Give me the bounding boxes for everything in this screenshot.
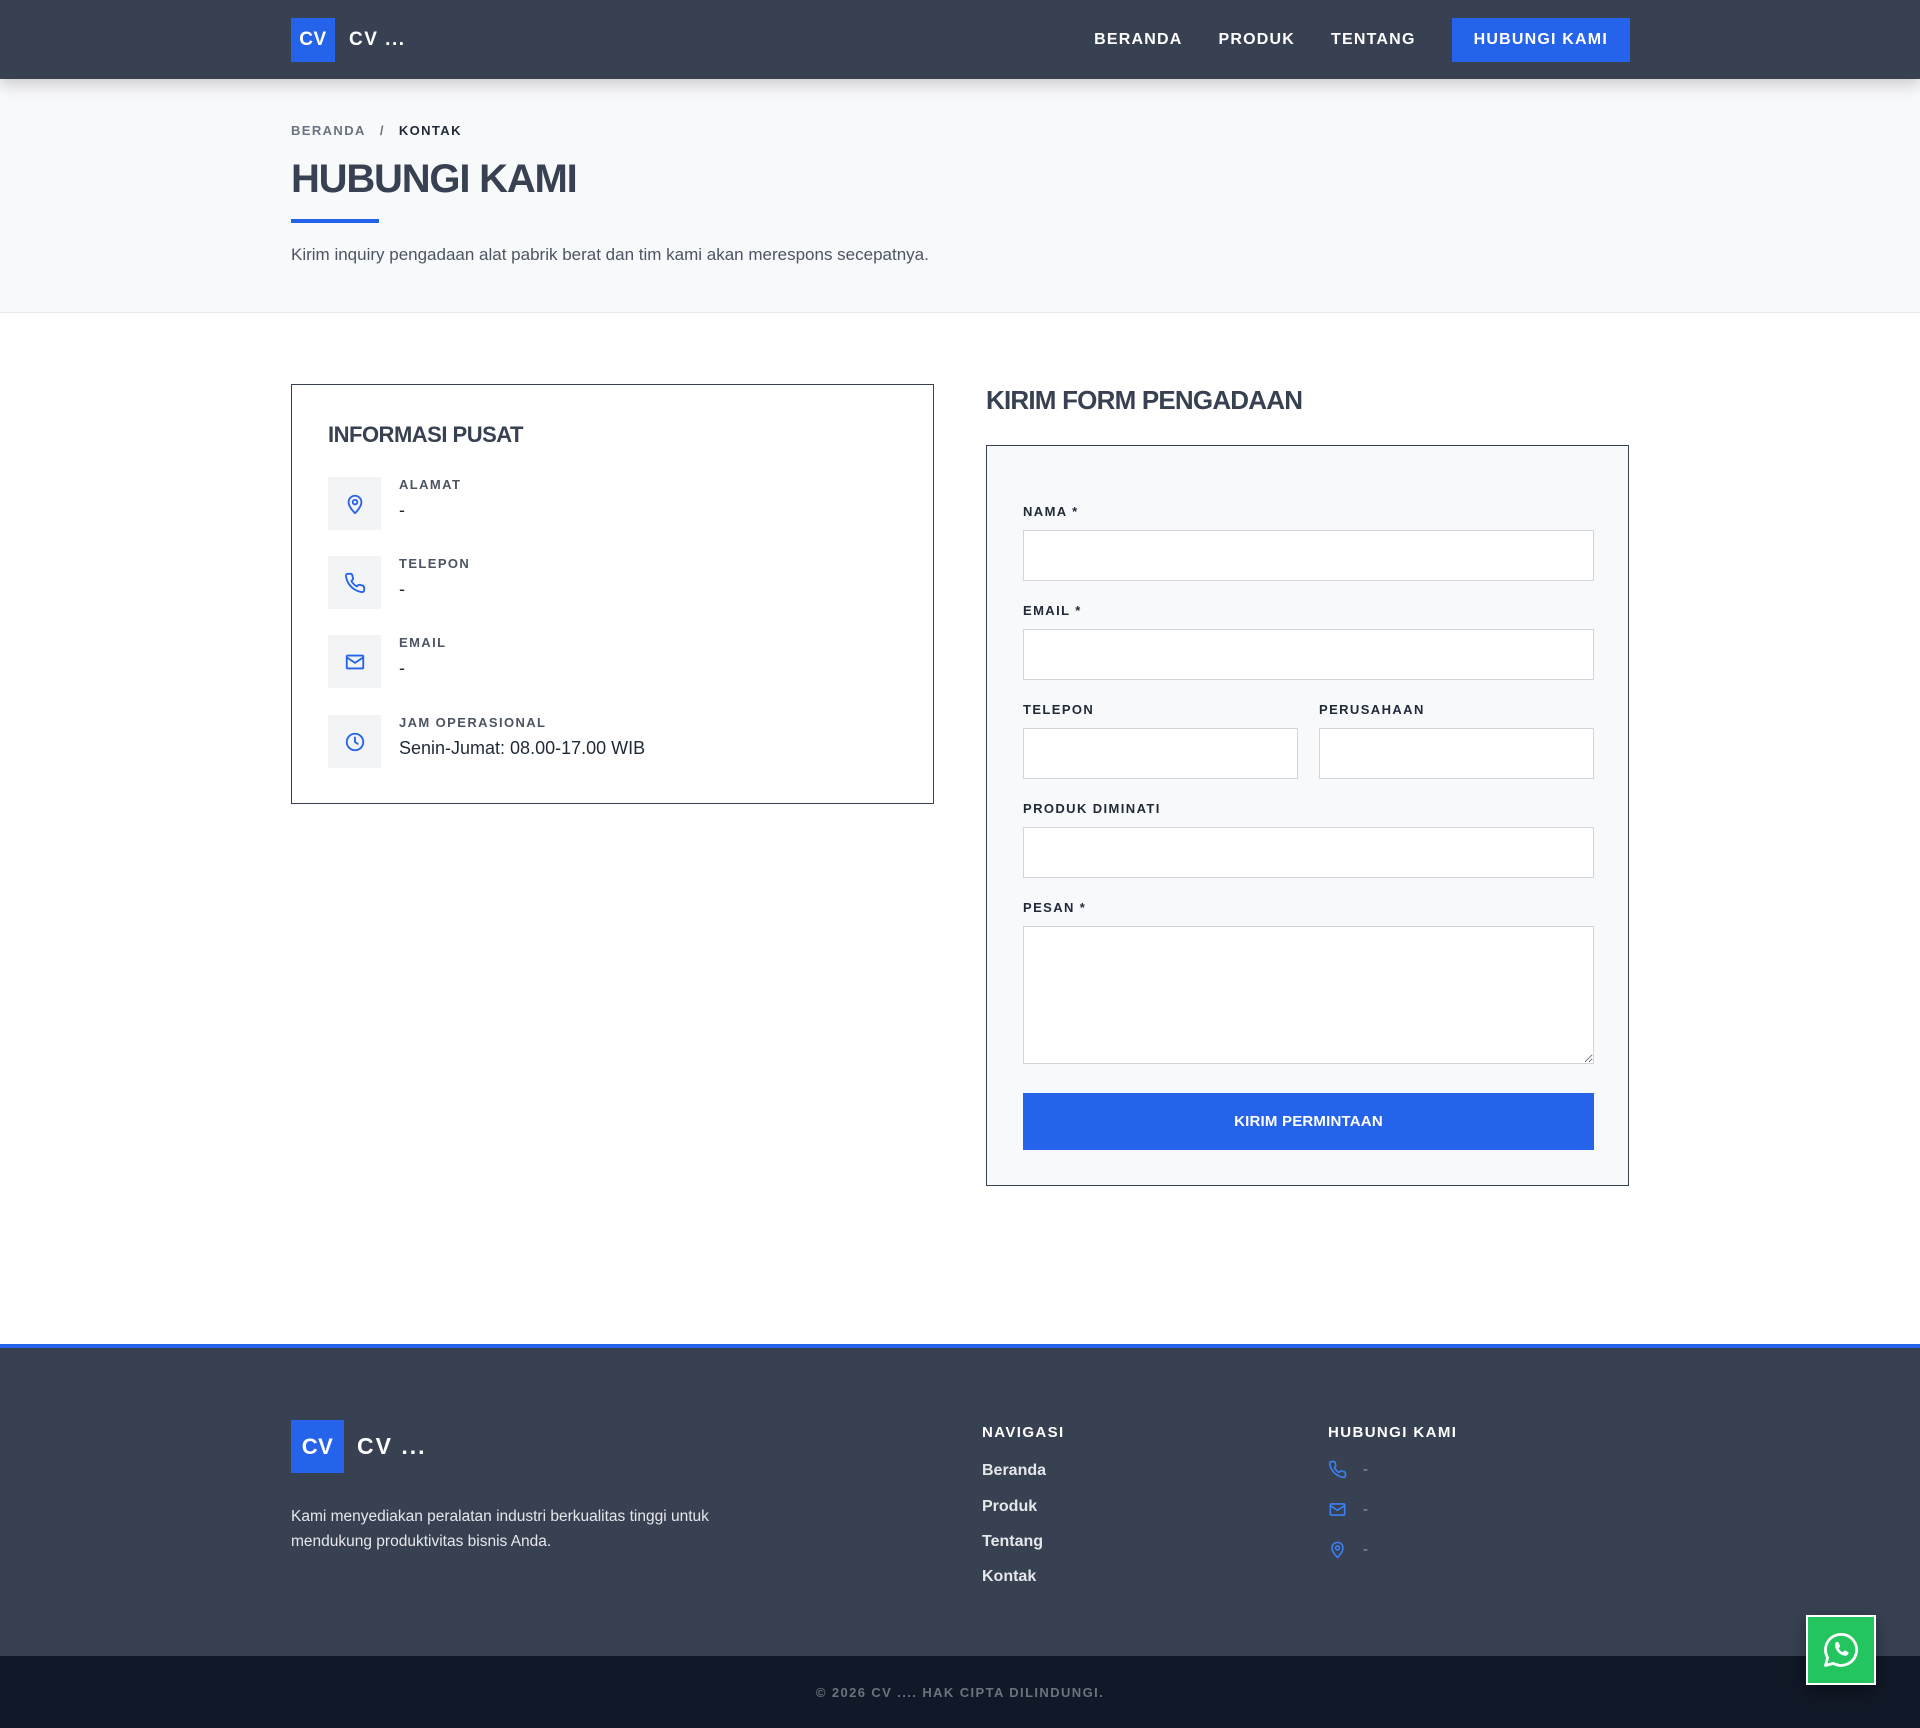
nav-cta-hubungi-kami[interactable]: HUBUNGI KAMI <box>1451 18 1630 62</box>
info-card: INFORMASI PUSAT ALAMAT - TELEPON - EMAIL… <box>291 384 934 804</box>
footer-link-produk[interactable]: Produk <box>982 1498 1037 1516</box>
page-title: HUBUNGI KAMI <box>291 157 578 201</box>
nav-item-tentang[interactable]: TENTANG <box>1331 31 1416 49</box>
footer-brand-name: CV ... <box>357 1433 427 1459</box>
info-label: TELEPON <box>399 556 471 571</box>
footer-contact-email: - <box>1328 1500 1368 1519</box>
breadcrumb-home[interactable]: BERANDA <box>291 123 366 138</box>
footer-nav-title: NAVIGASI <box>982 1424 1065 1441</box>
info-value: - <box>399 579 405 599</box>
info-value: Senin-Jumat: 08.00-17.00 WIB <box>399 738 646 758</box>
info-label: EMAIL <box>399 635 447 650</box>
footer-contact-title: HUBUNGI KAMI <box>1328 1424 1458 1441</box>
footer-link-tentang[interactable]: Tentang <box>982 1533 1043 1551</box>
page-hero: BERANDA / KONTAK HUBUNGI KAMI Kirim inqu… <box>0 79 1920 313</box>
logo-mark: CV <box>291 18 335 62</box>
whatsapp-icon <box>1824 1632 1858 1667</box>
produk-diminati-label: PRODUK DIMINATI <box>1023 801 1161 816</box>
footer-link-kontak[interactable]: Kontak <box>982 1568 1036 1586</box>
clock-icon <box>328 715 381 768</box>
map-pin-icon <box>328 477 381 530</box>
mail-icon <box>1329 1503 1346 1516</box>
site-footer: CV CV ... Kami menyediakan peralatan ind… <box>0 1344 1920 1656</box>
pesan-textarea[interactable] <box>1023 926 1594 1064</box>
footer-contact-value: - <box>1363 1501 1368 1518</box>
info-title: INFORMASI PUSAT <box>328 422 523 447</box>
form-title: KIRIM FORM PENGADAAN <box>986 385 1303 415</box>
email-input[interactable] <box>1023 629 1594 680</box>
phone-icon <box>328 556 381 609</box>
copyright-text: © 2026 CV .... HAK CIPTA DILINDUNGI. <box>815 1684 1105 1700</box>
footer-brand-logo[interactable]: CV CV ... <box>291 1420 427 1473</box>
footer-contact-value: - <box>1363 1461 1368 1478</box>
phone-icon <box>1328 1460 1347 1479</box>
produk-diminati-input[interactable] <box>1023 827 1594 878</box>
perusahaan-input[interactable] <box>1319 728 1594 779</box>
footer-logo-mark: CV <box>291 1420 344 1473</box>
footer-contact-phone: - <box>1328 1460 1368 1479</box>
map-pin-icon <box>1331 1541 1344 1559</box>
mail-icon <box>328 635 381 688</box>
footer-contact-address: - <box>1328 1540 1368 1559</box>
nama-input[interactable] <box>1023 530 1594 581</box>
brand-name: CV ... <box>349 29 406 50</box>
nav-item-beranda[interactable]: BERANDA <box>1094 31 1182 49</box>
breadcrumb-separator: / <box>379 123 385 138</box>
info-item-email: EMAIL - <box>328 635 888 691</box>
breadcrumb-current: KONTAK <box>398 123 462 138</box>
nama-label: NAMA * <box>1023 504 1079 519</box>
footer-link-beranda[interactable]: Beranda <box>982 1462 1046 1480</box>
perusahaan-label: PERUSAHAAN <box>1319 702 1425 717</box>
info-label: JAM OPERASIONAL <box>399 715 547 730</box>
telepon-input[interactable] <box>1023 728 1298 779</box>
brand-logo[interactable]: CV CV ... <box>291 18 406 62</box>
page-subtitle: Kirim inquiry pengadaan alat pabrik bera… <box>291 245 929 264</box>
footer-description: Kami menyediakan peralatan industri berk… <box>291 1508 709 1550</box>
info-label: ALAMAT <box>399 477 462 492</box>
breadcrumb: BERANDA / KONTAK <box>291 123 462 138</box>
info-item-alamat: ALAMAT - <box>328 477 888 533</box>
footer-contact-value: - <box>1363 1541 1368 1558</box>
nav-item-produk[interactable]: PRODUK <box>1219 31 1296 49</box>
info-value: - <box>399 500 405 520</box>
title-underline <box>291 219 379 223</box>
telepon-label: TELEPON <box>1023 702 1095 717</box>
email-label: EMAIL * <box>1023 603 1082 618</box>
info-value: - <box>399 658 405 678</box>
main-nav: BERANDA PRODUK TENTANG HUBUNGI KAMI <box>1058 18 1630 62</box>
site-header: CV CV ... BERANDA PRODUK TENTANG HUBUNGI… <box>0 0 1920 79</box>
submit-button[interactable]: KIRIM PERMINTAAN <box>1023 1093 1594 1150</box>
pesan-label: PESAN * <box>1023 900 1087 915</box>
whatsapp-button[interactable] <box>1806 1615 1876 1685</box>
info-item-jam-operasional: JAM OPERASIONAL Senin-Jumat: 08.00-17.00… <box>328 715 888 771</box>
footer-bottom-bar: © 2026 CV .... HAK CIPTA DILINDUNGI. <box>0 1656 1920 1728</box>
info-item-telepon: TELEPON - <box>328 556 888 612</box>
procurement-form: NAMA * EMAIL * TELEPON PERUSAHAAN PRODUK… <box>986 445 1629 1186</box>
